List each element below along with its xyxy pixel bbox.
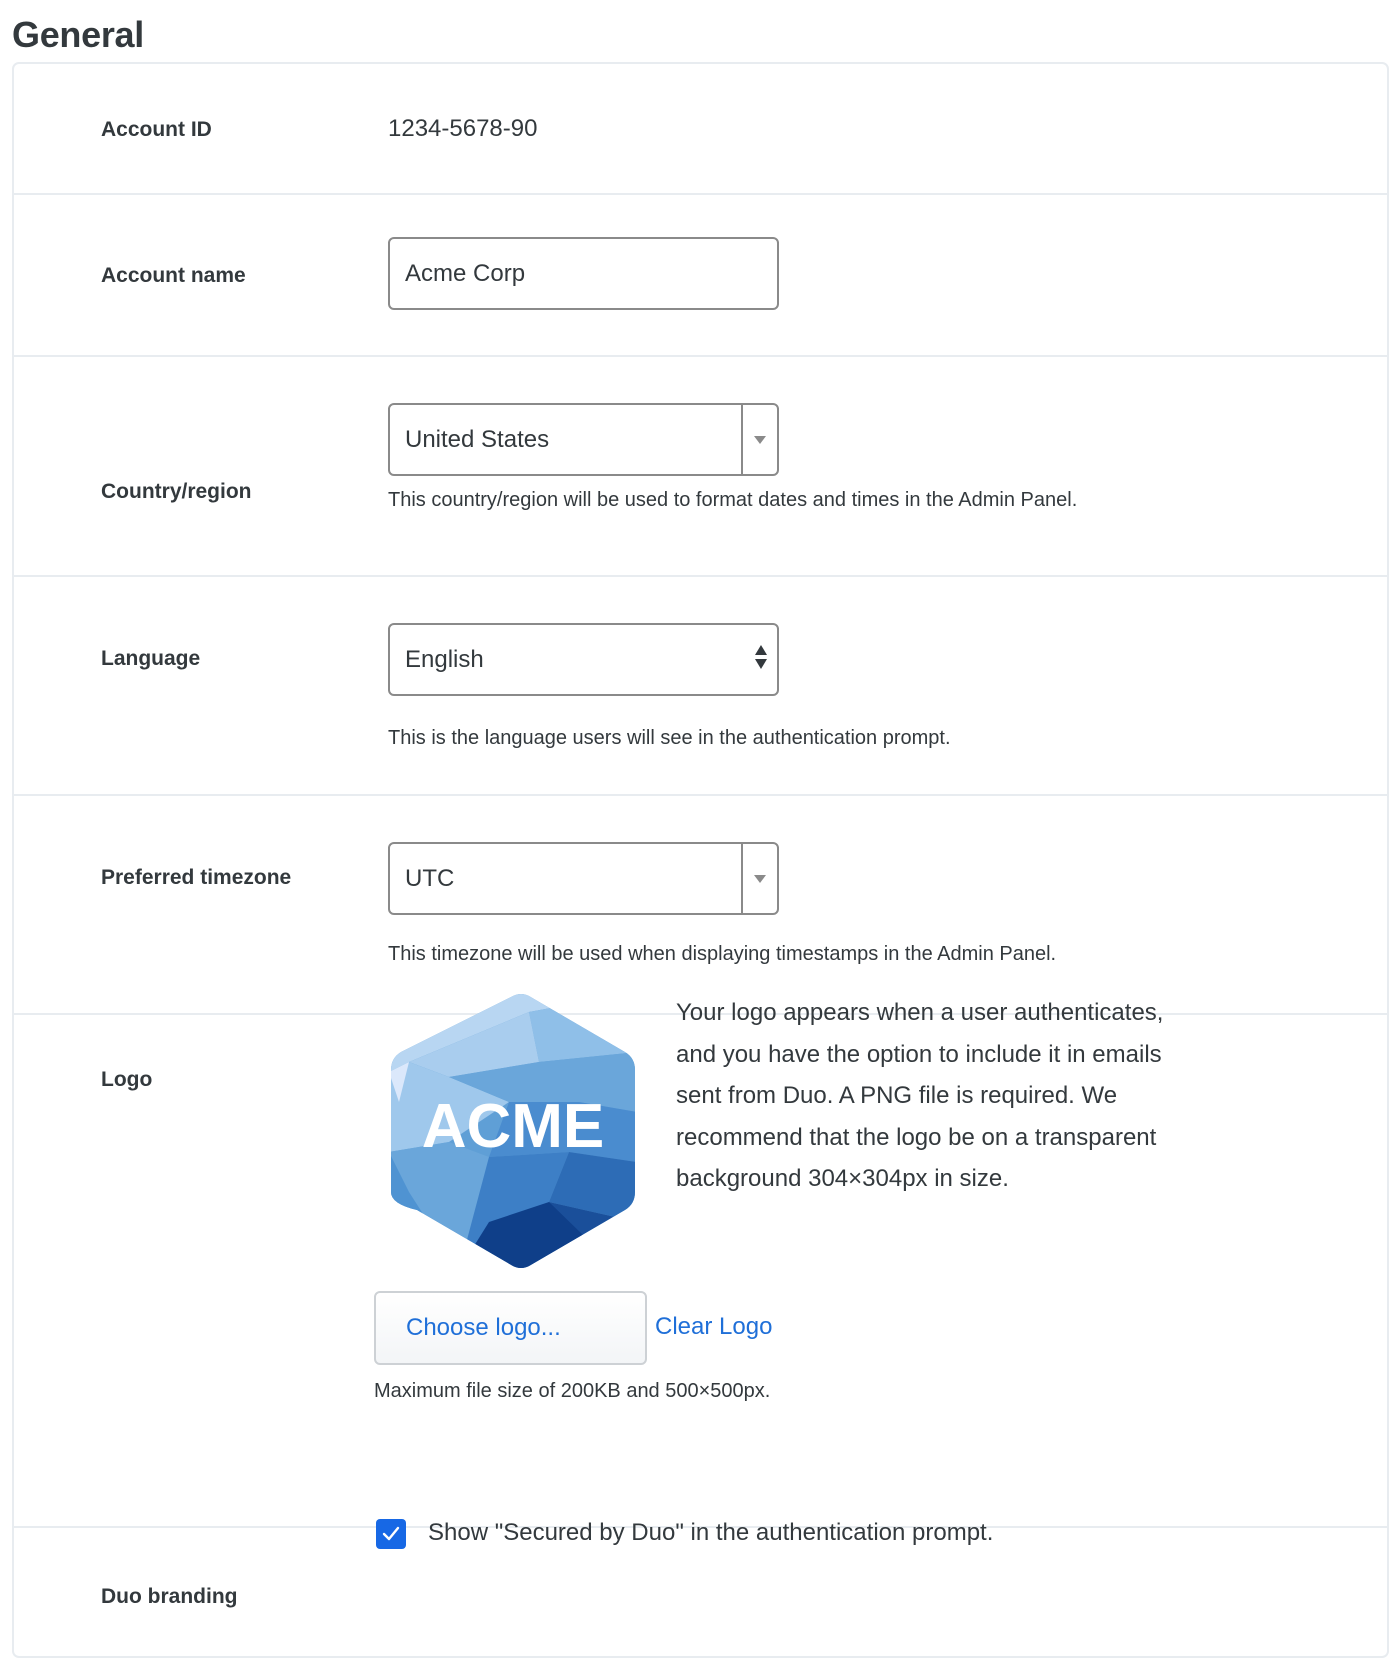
timezone-label: Preferred timezone xyxy=(101,866,292,889)
choose-logo-button[interactable]: Choose logo... xyxy=(374,1291,647,1365)
checkmark-icon xyxy=(382,1526,400,1541)
country-region-label: Country/region xyxy=(101,480,252,503)
country-region-row: Country/region United States This countr… xyxy=(14,357,1387,577)
timezone-select[interactable]: UTC xyxy=(388,842,779,915)
chevron-down-icon xyxy=(754,875,766,883)
account-id-label: Account ID xyxy=(101,118,212,141)
acme-logo-image: ACME xyxy=(391,994,635,1268)
select-divider xyxy=(741,844,743,913)
duo-branding-checkbox[interactable] xyxy=(376,1519,406,1549)
account-id-value: 1234-5678-90 xyxy=(388,115,538,142)
up-down-arrows-icon xyxy=(755,645,767,673)
timezone-selected-value: UTC xyxy=(405,865,455,892)
language-row: Language English This is the language us… xyxy=(14,577,1387,796)
logo-file-size-help: Maximum file size of 200KB and 500×500px… xyxy=(374,1380,771,1402)
duo-branding-checkbox-label[interactable]: Show "Secured by Duo" in the authenticat… xyxy=(428,1518,993,1548)
country-region-select[interactable]: United States xyxy=(388,403,779,476)
language-help: This is the language users will see in t… xyxy=(388,727,951,749)
language-select[interactable]: English xyxy=(388,623,779,696)
timezone-help: This timezone will be used when displayi… xyxy=(388,943,1057,965)
language-label: Language xyxy=(101,647,201,670)
select-divider xyxy=(741,405,743,474)
account-name-input[interactable] xyxy=(388,237,779,310)
general-settings-card: Account ID 1234-5678-90 Account name Cou… xyxy=(12,62,1389,1658)
account-id-row: Account ID 1234-5678-90 xyxy=(14,64,1387,195)
page-title: General xyxy=(12,14,144,55)
country-region-help: This country/region will be used to form… xyxy=(388,489,1078,511)
chevron-down-icon xyxy=(754,436,766,444)
duo-branding-label: Duo branding xyxy=(101,1585,238,1608)
account-name-label: Account name xyxy=(101,264,246,287)
account-name-row: Account name xyxy=(14,195,1387,357)
timezone-row: Preferred timezone UTC This timezone wil… xyxy=(14,796,1387,1015)
logo-description: Your logo appears when a user authentica… xyxy=(676,999,1164,1192)
logo-text: ACME xyxy=(422,1092,605,1161)
clear-logo-link[interactable]: Clear Logo xyxy=(655,1312,772,1342)
language-selected-value: English xyxy=(405,646,484,673)
logo-label: Logo xyxy=(101,1068,153,1091)
country-region-selected-value: United States xyxy=(405,426,550,453)
